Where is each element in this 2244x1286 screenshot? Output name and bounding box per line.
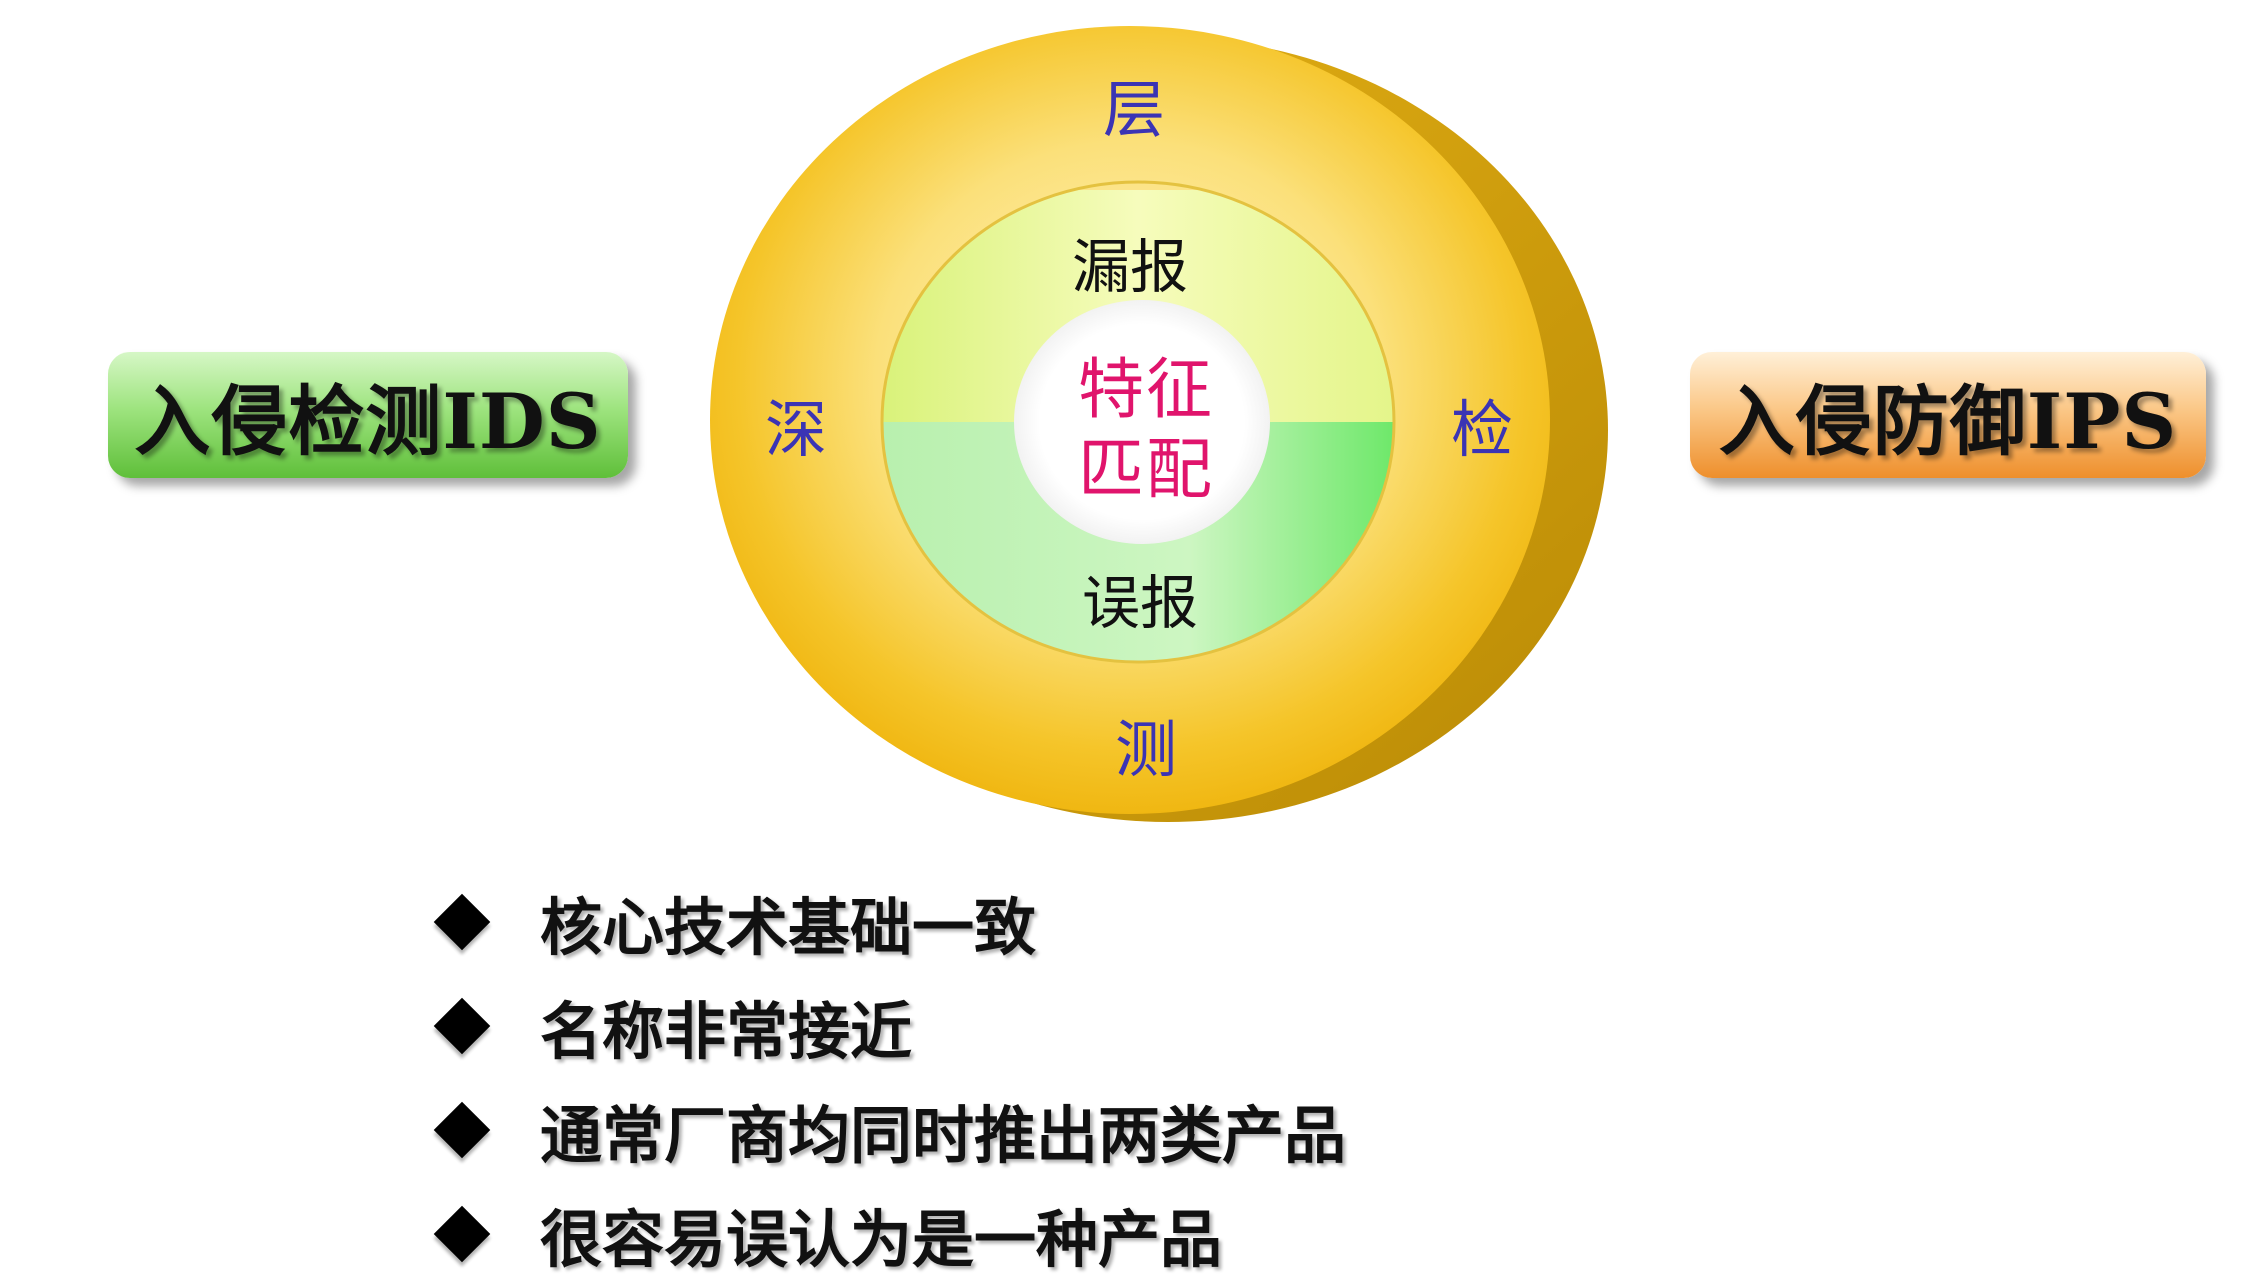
diamond-bullet-icon: [433, 1205, 491, 1263]
diamond-bullet-icon: [433, 997, 491, 1055]
diamond-bullet-icon: [433, 893, 491, 951]
list-item: 通常厂商均同时推出两类产品: [432, 1078, 1346, 1182]
false-report-label: 误报: [1081, 569, 1199, 637]
diamond-bullet-icon: [433, 1101, 491, 1159]
list-item: 核心技术基础一致: [432, 870, 1346, 974]
bullet-list: 核心技术基础一致 名称非常接近 通常厂商均同时推出两类产品 很容易误认为是一种产…: [432, 870, 1346, 1286]
missed-report-label: 漏报: [1071, 233, 1189, 301]
ring-char-top: 层: [1102, 73, 1166, 146]
ips-label-box: 入侵防御IPS: [1690, 352, 2206, 478]
bullet-text: 核心技术基础一致: [540, 891, 1037, 964]
bullet-text: 名称非常接近: [540, 995, 913, 1068]
list-item: 名称非常接近: [432, 974, 1346, 1078]
center-label-line2: 匹配: [1078, 431, 1214, 508]
ring-char-bottom: 测: [1114, 713, 1178, 786]
ips-label: 入侵防御IPS: [1718, 377, 2178, 466]
ring-char-left: 深: [764, 393, 828, 466]
list-item: 很容易误认为是一种产品: [432, 1182, 1346, 1286]
ring-char-right: 检: [1450, 393, 1514, 466]
bullet-text: 很容易误认为是一种产品: [540, 1203, 1223, 1276]
bullet-text: 通常厂商均同时推出两类产品: [540, 1099, 1347, 1172]
diagram-stage: 入侵检测IDS 层 深 检 测 漏报 误报 特征 匹配 入侵防御IPS 核心技术…: [0, 0, 2244, 1286]
